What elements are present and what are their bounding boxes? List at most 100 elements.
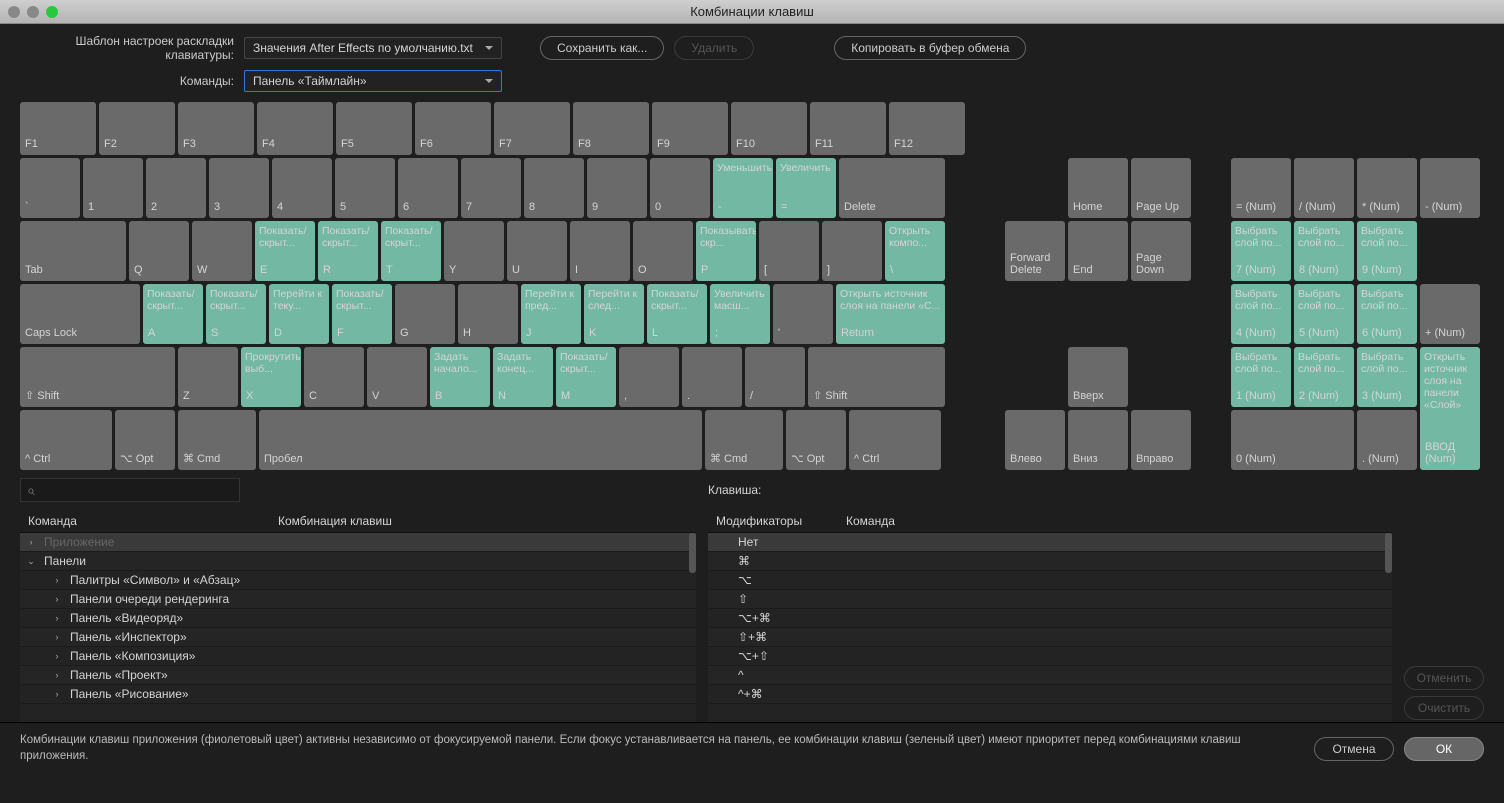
- key-f12[interactable]: F12: [889, 102, 965, 155]
- list-item[interactable]: ⇧: [708, 590, 1392, 609]
- key-end[interactable]: End: [1068, 221, 1128, 281]
- key-f10[interactable]: F10: [731, 102, 807, 155]
- key-7[interactable]: 7: [461, 158, 521, 218]
- key-tab[interactable]: Tab: [20, 221, 126, 281]
- key-num-4[interactable]: Выбрать слой по...4 (Num): [1231, 284, 1291, 344]
- key-g[interactable]: G: [395, 284, 455, 344]
- key-rcmd[interactable]: ⌘ Cmd: [705, 410, 783, 470]
- list-item[interactable]: ⌥: [708, 571, 1392, 590]
- key-capslock[interactable]: Caps Lock: [20, 284, 140, 344]
- key-6[interactable]: 6: [398, 158, 458, 218]
- key-num-6[interactable]: Выбрать слой по...6 (Num): [1357, 284, 1417, 344]
- list-item[interactable]: ^+⌘: [708, 685, 1392, 704]
- key-backslash[interactable]: Открыть компо...\: [885, 221, 945, 281]
- key-num-8[interactable]: Выбрать слой по...8 (Num): [1294, 221, 1354, 281]
- key-n[interactable]: Задать конец...N: [493, 347, 553, 407]
- list-item[interactable]: ⌥+⌘: [708, 609, 1392, 628]
- list-item[interactable]: ›Панель «Композиция»: [20, 647, 696, 666]
- key-j[interactable]: Перейти к пред...J: [521, 284, 581, 344]
- key-num-2[interactable]: Выбрать слой по...2 (Num): [1294, 347, 1354, 407]
- key-num-9[interactable]: Выбрать слой по...9 (Num): [1357, 221, 1417, 281]
- key-rbracket[interactable]: ]: [822, 221, 882, 281]
- key-i[interactable]: I: [570, 221, 630, 281]
- scrollbar-thumb[interactable]: [1385, 533, 1392, 573]
- key-8[interactable]: 8: [524, 158, 584, 218]
- key-num-7[interactable]: Выбрать слой по...7 (Num): [1231, 221, 1291, 281]
- key-h[interactable]: H: [458, 284, 518, 344]
- key-down[interactable]: Вниз: [1068, 410, 1128, 470]
- key-ropt[interactable]: ⌥ Opt: [786, 410, 846, 470]
- key-e[interactable]: Показать/скрыт...E: [255, 221, 315, 281]
- key-0[interactable]: 0: [650, 158, 710, 218]
- list-item[interactable]: ›Панель «Видеоряд»: [20, 609, 696, 628]
- key-forward-delete[interactable]: Forward Delete: [1005, 221, 1065, 281]
- key-a[interactable]: Показать/скрыт...A: [143, 284, 203, 344]
- scrollbar-thumb[interactable]: [689, 533, 696, 573]
- list-item[interactable]: ›Панель «Проект»: [20, 666, 696, 685]
- list-item[interactable]: Нет: [708, 533, 1392, 552]
- list-item[interactable]: ⌥+⇧: [708, 647, 1392, 666]
- key-num-5[interactable]: Выбрать слой по...5 (Num): [1294, 284, 1354, 344]
- key-pageup[interactable]: Page Up: [1131, 158, 1191, 218]
- key-d[interactable]: Перейти к теку...D: [269, 284, 329, 344]
- key-lopt[interactable]: ⌥ Opt: [115, 410, 175, 470]
- key-f1[interactable]: F1: [20, 102, 96, 155]
- key-lbracket[interactable]: [: [759, 221, 819, 281]
- key-semicolon[interactable]: Увеличить масш...;: [710, 284, 770, 344]
- key-f6[interactable]: F6: [415, 102, 491, 155]
- key-num-div[interactable]: / (Num): [1294, 158, 1354, 218]
- copy-clipboard-button[interactable]: Копировать в буфер обмена: [834, 36, 1026, 60]
- key-num-3[interactable]: Выбрать слой по...3 (Num): [1357, 347, 1417, 407]
- key-period[interactable]: .: [682, 347, 742, 407]
- key-r[interactable]: Показать/скрыт...R: [318, 221, 378, 281]
- key-num-sub[interactable]: - (Num): [1420, 158, 1480, 218]
- key-c[interactable]: C: [304, 347, 364, 407]
- list-item[interactable]: ›Панели очереди рендеринга: [20, 590, 696, 609]
- key-z[interactable]: Z: [178, 347, 238, 407]
- key-y[interactable]: Y: [444, 221, 504, 281]
- key-q[interactable]: Q: [129, 221, 189, 281]
- key-4[interactable]: 4: [272, 158, 332, 218]
- key-quote[interactable]: ': [773, 284, 833, 344]
- key-f8[interactable]: F8: [573, 102, 649, 155]
- key-return[interactable]: Открыть источник слоя на панели «С...Ret…: [836, 284, 945, 344]
- cancel-button[interactable]: Отмена: [1314, 737, 1394, 761]
- key-backtick[interactable]: `: [20, 158, 80, 218]
- key-left[interactable]: Влево: [1005, 410, 1065, 470]
- key-o[interactable]: O: [633, 221, 693, 281]
- list-item[interactable]: ›Панель «Рисование»: [20, 685, 696, 704]
- minimize-icon[interactable]: [27, 6, 39, 18]
- close-icon[interactable]: [8, 6, 20, 18]
- key-lctrl[interactable]: ^ Ctrl: [20, 410, 112, 470]
- key-l[interactable]: Показать/скрыт...L: [647, 284, 707, 344]
- list-item[interactable]: ⌄Панели: [20, 552, 696, 571]
- zoom-icon[interactable]: [46, 6, 58, 18]
- commands-dropdown[interactable]: Панель «Таймлайн»: [244, 70, 502, 92]
- key-home[interactable]: Home: [1068, 158, 1128, 218]
- key-num-add[interactable]: + (Num): [1420, 284, 1480, 344]
- key-b[interactable]: Задать начало...B: [430, 347, 490, 407]
- key-lcmd[interactable]: ⌘ Cmd: [178, 410, 256, 470]
- list-item[interactable]: ›Панель «Инспектор»: [20, 628, 696, 647]
- key-s[interactable]: Показать/скрыт...S: [206, 284, 266, 344]
- save-as-button[interactable]: Сохранить как...: [540, 36, 664, 60]
- key-f9[interactable]: F9: [652, 102, 728, 155]
- key-slash[interactable]: /: [745, 347, 805, 407]
- key-rctrl[interactable]: ^ Ctrl: [849, 410, 941, 470]
- key-equal[interactable]: Увеличить=: [776, 158, 836, 218]
- key-3[interactable]: 3: [209, 158, 269, 218]
- list-item[interactable]: ^: [708, 666, 1392, 685]
- key-space[interactable]: Пробел: [259, 410, 702, 470]
- key-f[interactable]: Показать/скрыт...F: [332, 284, 392, 344]
- key-num-dec[interactable]: . (Num): [1357, 410, 1417, 470]
- key-up[interactable]: Вверх: [1068, 347, 1128, 407]
- key-right[interactable]: Вправо: [1131, 410, 1191, 470]
- key-num-0[interactable]: 0 (Num): [1231, 410, 1354, 470]
- ok-button[interactable]: ОК: [1404, 737, 1484, 761]
- modifiers-list[interactable]: Нет⌘⌥⇧⌥+⌘⇧+⌘⌥+⇧^^+⌘: [708, 532, 1392, 722]
- key-f7[interactable]: F7: [494, 102, 570, 155]
- key-k[interactable]: Перейти к след...K: [584, 284, 644, 344]
- key-2[interactable]: 2: [146, 158, 206, 218]
- key-9[interactable]: 9: [587, 158, 647, 218]
- key-minus[interactable]: Уменьшить-: [713, 158, 773, 218]
